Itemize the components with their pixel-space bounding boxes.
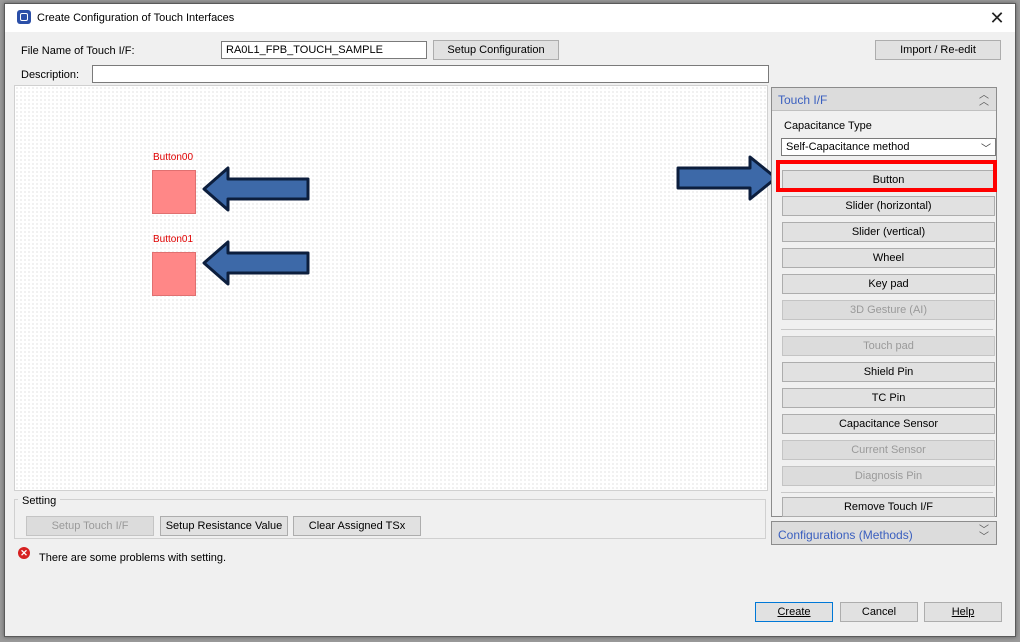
capacitance-type-select[interactable]: Self-Capacitance method ﹀ — [781, 138, 996, 156]
3d-gesture-button[interactable]: 3D Gesture (AI) — [782, 300, 995, 320]
touch-button-00[interactable] — [152, 170, 196, 214]
setup-resistance-value-button[interactable]: Setup Resistance Value — [160, 516, 288, 536]
import-reedit-button[interactable]: Import / Re-edit — [875, 40, 1001, 60]
slider-horizontal-button[interactable]: Slider (horizontal) — [782, 196, 995, 216]
current-sensor-button[interactable]: Current Sensor — [782, 440, 995, 460]
panel-separator — [781, 492, 993, 493]
setup-configuration-button[interactable]: Setup Configuration — [433, 40, 559, 60]
create-button-label: Create — [777, 606, 811, 618]
title-bar: Create Configuration of Touch Interfaces… — [5, 4, 1015, 32]
app-icon — [17, 10, 31, 24]
touch-button-label: Button01 — [153, 234, 194, 245]
tc-pin-button[interactable]: TC Pin — [782, 388, 995, 408]
slider-vertical-button[interactable]: Slider (vertical) — [782, 222, 995, 242]
file-name-label: File Name of Touch I/F: — [21, 45, 135, 57]
help-button[interactable]: Help — [924, 602, 1002, 622]
diagnosis-pin-button[interactable]: Diagnosis Pin — [782, 466, 995, 486]
configurations-panel-header[interactable]: Configurations (Methods) ﹀ ﹀ — [771, 521, 997, 545]
chevron-down-icon: ﹀ — [981, 144, 991, 155]
setting-title: Setting — [18, 495, 61, 507]
error-icon: ✕ — [18, 547, 30, 559]
description-label: Description: — [21, 69, 80, 81]
key-pad-button[interactable]: Key pad — [782, 274, 995, 294]
touch-if-panel-title: Touch I/F — [778, 93, 828, 107]
configurations-panel-title: Configurations (Methods) — [778, 528, 913, 542]
arrow-left-icon — [202, 166, 310, 212]
create-button[interactable]: Create — [755, 602, 833, 622]
remove-touch-if-button[interactable]: Remove Touch I/F — [782, 497, 995, 517]
capacitance-type-label: Capacitance Type — [784, 120, 872, 132]
touch-if-panel-header[interactable]: Touch I/F ︿ ︿ — [772, 88, 996, 111]
file-name-input[interactable]: RA0L1_FPB_TOUCH_SAMPLE — [221, 41, 427, 59]
close-icon[interactable]: ✕ — [985, 6, 1009, 30]
arrow-left-icon — [202, 240, 310, 286]
setup-touch-if-button[interactable]: Setup Touch I/F — [26, 516, 154, 536]
capacitance-type-value: Self-Capacitance method — [786, 141, 910, 153]
layout-canvas[interactable] — [14, 85, 768, 491]
shield-pin-button[interactable]: Shield Pin — [782, 362, 995, 382]
panel-separator — [781, 329, 993, 330]
description-input[interactable] — [92, 65, 769, 83]
help-button-label: Help — [951, 606, 975, 618]
cancel-button[interactable]: Cancel — [840, 602, 918, 622]
double-chevron-up-icon[interactable]: ︿ ︿ — [978, 91, 990, 108]
arrow-right-icon — [676, 155, 778, 201]
highlight-box — [776, 160, 997, 192]
clear-assigned-tsx-button[interactable]: Clear Assigned TSx — [293, 516, 421, 536]
capacitance-sensor-button[interactable]: Capacitance Sensor — [782, 414, 995, 434]
double-chevron-down-icon[interactable]: ﹀ ﹀ — [978, 526, 990, 543]
touch-button-01[interactable] — [152, 252, 196, 296]
window-title: Create Configuration of Touch Interfaces — [37, 12, 235, 24]
touch-pad-button[interactable]: Touch pad — [782, 336, 995, 356]
wheel-button[interactable]: Wheel — [782, 248, 995, 268]
status-message: There are some problems with setting. — [39, 552, 227, 564]
touch-button-label: Button00 — [153, 152, 194, 163]
